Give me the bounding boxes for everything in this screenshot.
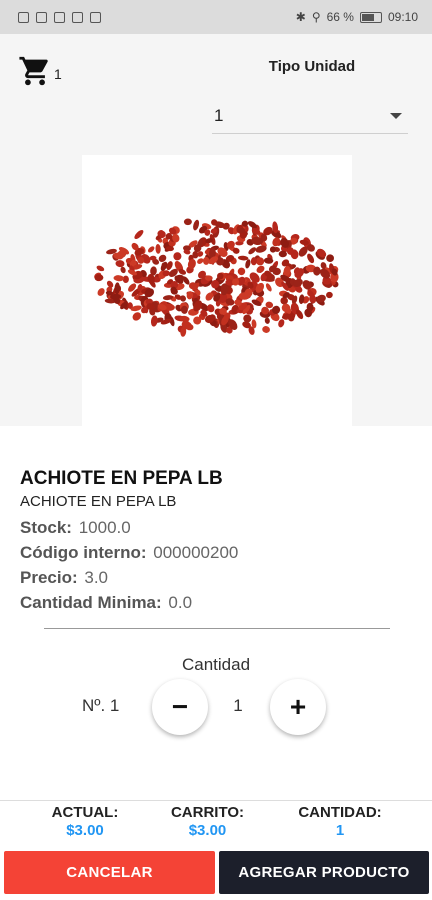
minus-icon: − [171, 691, 189, 722]
add-product-button[interactable]: AGREGAR PRODUCTO [219, 851, 429, 894]
min-qty-label: Cantidad Minima: [20, 593, 162, 612]
price-value: 3.0 [84, 568, 109, 587]
location-icon: ⚲ [311, 10, 321, 24]
eye-icon [54, 11, 65, 23]
min-qty-row: Cantidad Minima: 0.0 [20, 590, 412, 615]
cancel-button[interactable]: CANCELAR [4, 851, 215, 894]
cart-count: 1 [54, 66, 62, 82]
usb-icon [90, 11, 101, 23]
product-name: ACHIOTE EN PEPA LB [20, 468, 223, 489]
chevron-down-icon [390, 112, 402, 119]
min-qty-value: 0.0 [168, 593, 193, 612]
summary-quantity: CANTIDAD: 1 [290, 804, 390, 840]
notification-icons [18, 11, 101, 23]
order-summary: ACTUAL: $3.00 CARRITO: $3.00 CANTIDAD: 1 [0, 800, 432, 847]
code-label: Código interno: [20, 543, 147, 562]
bluetooth-icon: ✱ [295, 10, 306, 24]
cart-button[interactable]: 1 [18, 54, 62, 88]
system-icons: ✱ ⚲ 66 % 09:10 [296, 10, 418, 24]
stock-value: 1000.0 [78, 518, 131, 537]
product-image [82, 155, 352, 426]
stock-row: Stock: 1000.0 [20, 515, 412, 540]
unit-type-value: 1 [214, 105, 224, 125]
decrease-quantity-button[interactable]: − [152, 679, 208, 735]
price-label: Precio: [20, 568, 78, 587]
unit-type-label: Tipo Unidad [268, 58, 356, 75]
code-row: Código interno: 000000200 [20, 540, 412, 565]
achiote-seeds-image [94, 218, 339, 337]
cart-total-value: $3.00 [188, 822, 227, 839]
notification-icon [18, 11, 29, 23]
plus-icon: + [289, 691, 307, 722]
battery-icon [359, 11, 382, 23]
code-value: 000000200 [153, 543, 239, 562]
summary-qty-value: 1 [335, 822, 345, 839]
clock: 09:10 [387, 10, 418, 24]
battery-percent: 66 % [326, 10, 354, 24]
quantity-label: Cantidad [181, 655, 251, 674]
summary-qty-label: CANTIDAD: [298, 804, 382, 821]
summary-actual: ACTUAL: $3.00 [45, 804, 125, 840]
product-description: ACHIOTE EN PEPA LB [20, 493, 177, 510]
wifi-icon [36, 11, 47, 23]
divider [44, 628, 390, 629]
actual-label: ACTUAL: [51, 804, 119, 821]
stock-label: Stock: [20, 518, 72, 537]
price-row: Precio: 3.0 [20, 565, 412, 590]
unit-type-select[interactable]: 1 [212, 98, 408, 134]
product-header: 1 Tipo Unidad 1 [0, 34, 432, 426]
cart-icon [19, 56, 48, 86]
summary-cart: CARRITO: $3.00 [165, 804, 250, 840]
product-details: ACHIOTE EN PEPA LB ACHIOTE EN PEPA LB St… [20, 468, 412, 615]
item-number-label: Nº. 1 [82, 696, 120, 715]
quantity-value: 1 [233, 696, 243, 715]
alarm-icon [72, 11, 83, 23]
cart-total-label: CARRITO: [170, 804, 245, 821]
increase-quantity-button[interactable]: + [270, 679, 326, 735]
status-bar: ✱ ⚲ 66 % 09:10 [0, 0, 432, 34]
actual-value: $3.00 [66, 822, 104, 839]
